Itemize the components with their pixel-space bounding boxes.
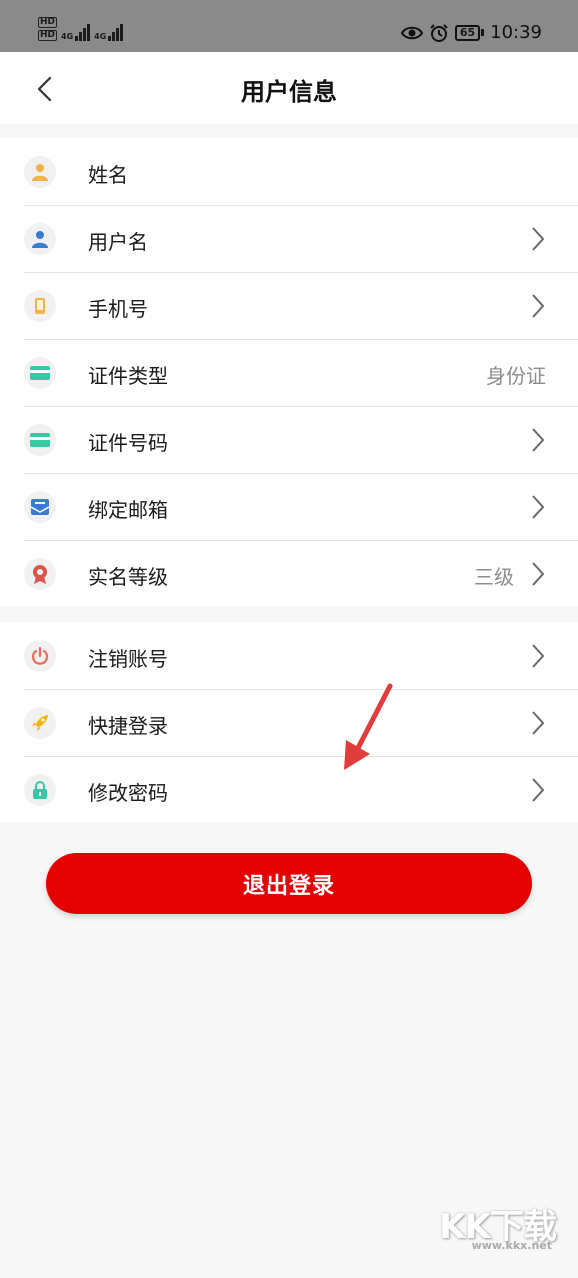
profile-list: 姓名 用户名 手机号 证件类型 身份证 证件号码 绑定邮箱 实名等级 三级 xyxy=(0,138,578,606)
card-icon xyxy=(24,424,56,456)
list-item-change-password[interactable]: 修改密码 xyxy=(0,756,578,823)
lock-icon xyxy=(24,774,56,806)
chevron-right-icon xyxy=(532,562,545,586)
list-item-label: 注销账号 xyxy=(88,647,168,671)
battery-level: 65 xyxy=(454,24,481,41)
list-item-id-type[interactable]: 证件类型 身份证 xyxy=(0,339,578,406)
phone-icon xyxy=(24,290,56,322)
signal-1: 4G xyxy=(61,23,91,41)
verification-level-value: 三级 xyxy=(474,565,514,589)
status-bar: HD HD 4G 4G 65 10:39 xyxy=(0,0,578,52)
rocket-icon xyxy=(24,707,56,739)
card-icon xyxy=(24,357,56,389)
list-item-label: 姓名 xyxy=(88,163,128,187)
list-item-label: 修改密码 xyxy=(88,781,168,805)
mail-icon xyxy=(24,491,56,523)
network-type-2: 4G xyxy=(94,32,107,41)
list-item-username[interactable]: 用户名 xyxy=(0,205,578,272)
list-item-label: 用户名 xyxy=(88,230,148,254)
status-left: HD HD 4G 4G xyxy=(38,17,124,41)
signal-2: 4G xyxy=(94,23,124,41)
list-item-label: 实名等级 xyxy=(88,565,168,589)
person-icon xyxy=(24,156,56,188)
list-item-label: 快捷登录 xyxy=(88,714,168,738)
chevron-right-icon xyxy=(532,495,545,519)
logout-button[interactable]: 退出登录 xyxy=(46,853,532,914)
chevron-right-icon xyxy=(532,778,545,802)
hd-badge-1: HD xyxy=(38,17,58,28)
list-item-name[interactable]: 姓名 xyxy=(0,138,578,205)
page-title: 用户信息 xyxy=(241,78,337,106)
signal-bars-icon xyxy=(108,23,124,41)
list-item-phone[interactable]: 手机号 xyxy=(0,272,578,339)
hd-indicators: HD HD xyxy=(38,17,58,41)
id-type-value: 身份证 xyxy=(486,364,546,388)
chevron-right-icon xyxy=(532,428,545,452)
badge-icon xyxy=(24,558,56,590)
annotation-arrow-icon xyxy=(344,683,393,770)
eye-icon xyxy=(400,26,423,39)
list-item-cancel-account[interactable]: 注销账号 xyxy=(0,622,578,689)
list-item-quick-login[interactable]: 快捷登录 xyxy=(0,689,578,756)
account-list: 注销账号 快捷登录 修改密码 xyxy=(0,622,578,822)
signal-bars-icon xyxy=(75,23,91,41)
alarm-icon xyxy=(430,23,448,42)
user-icon xyxy=(24,223,56,255)
list-item-label: 绑定邮箱 xyxy=(88,498,168,522)
clock: 10:39 xyxy=(490,22,542,43)
chevron-right-icon xyxy=(532,294,545,318)
watermark: KK下载 www.kkx.net xyxy=(439,1199,557,1252)
list-item-id-number[interactable]: 证件号码 xyxy=(0,406,578,473)
power-icon xyxy=(24,640,56,672)
status-right: 65 10:39 xyxy=(400,22,542,43)
watermark-url: www.kkx.net xyxy=(471,1239,552,1252)
list-item-verification-level[interactable]: 实名等级 三级 xyxy=(0,540,578,607)
list-item-label: 证件号码 xyxy=(88,431,168,455)
battery-icon: 65 xyxy=(454,24,485,41)
list-item-label: 证件类型 xyxy=(88,364,168,388)
network-type-1: 4G xyxy=(61,32,74,41)
list-item-email[interactable]: 绑定邮箱 xyxy=(0,473,578,540)
chevron-right-icon xyxy=(532,227,545,251)
nav-bar: 用户信息 xyxy=(0,52,578,124)
list-item-label: 手机号 xyxy=(88,297,148,321)
chevron-right-icon xyxy=(532,644,545,668)
chevron-right-icon xyxy=(532,711,545,735)
hd-badge-2: HD xyxy=(38,30,58,41)
